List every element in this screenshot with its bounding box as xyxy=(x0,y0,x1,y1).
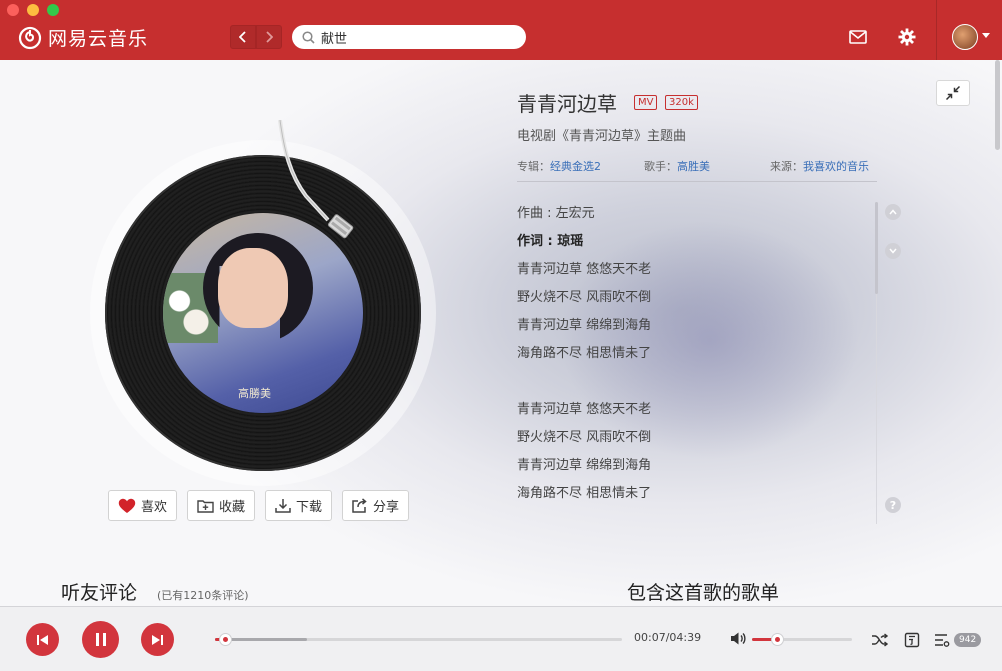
comments-count: (已有1210条评论) xyxy=(157,589,249,602)
chevron-down-icon xyxy=(889,248,897,254)
album-link[interactable]: 经典金选2 xyxy=(550,160,601,173)
toolbar-divider xyxy=(936,0,937,60)
lyrics-scroll-down-button[interactable] xyxy=(885,243,901,259)
volume-knob[interactable] xyxy=(771,633,784,646)
page-scrollbar[interactable] xyxy=(995,60,1000,150)
lyrics-scroll-thumb[interactable] xyxy=(875,202,878,294)
download-icon xyxy=(275,499,291,513)
shuffle-icon xyxy=(871,633,888,647)
cover-face xyxy=(218,248,288,328)
pause-button[interactable] xyxy=(82,621,119,658)
question-mark-icon: ? xyxy=(889,498,897,512)
lyric-line: 野火烧不尽 风雨吹不倒 xyxy=(517,430,652,445)
user-avatar[interactable] xyxy=(952,24,978,50)
window-zoom-button[interactable] xyxy=(47,4,59,16)
tonearm-needle xyxy=(278,120,354,239)
share-button[interactable]: 分享 xyxy=(342,490,410,521)
source-label: 来源： xyxy=(770,160,803,173)
lyric-line: 作曲 : 左宏元 xyxy=(517,206,595,221)
app-logo[interactable]: 网易云音乐 xyxy=(18,24,148,51)
source-meta: 来源：我喜欢的音乐 xyxy=(770,158,869,174)
artist-label: 歌手： xyxy=(644,160,677,173)
playlists-title: 包含这首歌的歌单 xyxy=(627,582,780,604)
back-button[interactable] xyxy=(230,25,256,49)
lyric-line: 青青河边草 悠悠天不老 xyxy=(517,402,652,417)
cover-artist-text: 高勝美 xyxy=(238,387,271,400)
info-divider xyxy=(517,181,877,182)
collect-label: 收藏 xyxy=(219,500,246,515)
comments-title: 听友评论 xyxy=(61,582,138,604)
mv-badge[interactable]: MV xyxy=(634,95,658,110)
forward-button[interactable] xyxy=(256,25,282,49)
history-nav xyxy=(230,25,282,49)
search-input[interactable]: 献世 xyxy=(321,28,347,47)
queue-count-badge: 942 xyxy=(954,633,982,647)
album-label: 专辑： xyxy=(517,160,550,173)
volume-slider[interactable] xyxy=(752,633,852,646)
pause-icon xyxy=(95,633,106,646)
lyric-line: 野火烧不尽 风雨吹不倒 xyxy=(517,290,652,305)
lyric-line: 青青河边草 悠悠天不老 xyxy=(517,262,652,277)
artist-link[interactable]: 高胜美 xyxy=(677,160,710,173)
title-bar: 网易云音乐 献世 xyxy=(0,0,1002,60)
song-detail-page: 高勝美 喜欢 收藏 下载 分享 青青河边草 MV 320k 电视剧《青青河边草》… xyxy=(0,60,1002,606)
search-box[interactable]: 献世 xyxy=(292,25,526,49)
volume-icon[interactable] xyxy=(730,631,747,646)
previous-track-button[interactable] xyxy=(26,623,59,656)
source-link[interactable]: 我喜欢的音乐 xyxy=(803,160,869,173)
messages-button[interactable] xyxy=(847,26,869,48)
settings-button[interactable] xyxy=(896,26,918,48)
lyric-line xyxy=(517,373,651,401)
chevron-right-icon xyxy=(266,31,273,43)
lyrics-icon xyxy=(904,632,920,648)
lyric-line: 海角路不尽 相思情未了 xyxy=(517,486,652,501)
player-bar: 00:07/04:39 942 xyxy=(0,606,1002,671)
search-icon xyxy=(302,30,315,44)
artist-meta: 歌手：高胜美 xyxy=(644,158,710,174)
skip-back-icon xyxy=(37,634,48,645)
share-label: 分享 xyxy=(373,500,400,515)
collapse-player-button[interactable] xyxy=(936,80,970,106)
gear-icon xyxy=(898,28,916,46)
add-folder-icon xyxy=(197,499,214,513)
collapse-arrows-icon xyxy=(945,85,961,101)
heart-icon xyxy=(118,498,136,513)
app-name: 网易云音乐 xyxy=(48,28,149,50)
playback-progress-bar[interactable] xyxy=(215,633,622,646)
download-label: 下载 xyxy=(296,500,323,515)
play-mode-button[interactable] xyxy=(870,631,888,649)
progress-knob[interactable] xyxy=(219,633,233,646)
quality-badge: 320k xyxy=(665,95,698,110)
download-button[interactable]: 下载 xyxy=(265,490,333,521)
playlist-queue-button[interactable] xyxy=(934,631,952,649)
mail-icon xyxy=(849,30,867,44)
skip-forward-icon xyxy=(152,634,163,645)
song-title: 青青河边草 xyxy=(517,92,617,116)
lyrics-panel[interactable]: 作曲 : 左宏元 作词 : 琼瑶青青河边草 悠悠天不老 野火烧不尽 风雨吹不倒 青青河… xyxy=(517,205,651,513)
album-meta: 专辑：经典金选2 xyxy=(517,158,601,174)
chevron-down-icon[interactable] xyxy=(982,33,990,38)
lyric-line: 海角路不尽 相思情未了 xyxy=(517,346,652,361)
share-icon xyxy=(352,498,367,513)
netease-music-logo-icon xyxy=(18,26,42,49)
chevron-left-icon xyxy=(239,31,246,43)
song-actions: 喜欢 收藏 下载 分享 xyxy=(108,490,410,521)
song-subtitle: 电视剧《青青河边草》主题曲 xyxy=(517,129,687,144)
time-display: 00:07/04:39 xyxy=(634,631,702,644)
lyrics-toggle-button[interactable] xyxy=(903,631,921,649)
lyrics-help-button[interactable]: ? xyxy=(885,497,901,513)
like-button[interactable]: 喜欢 xyxy=(108,490,178,521)
collect-button[interactable]: 收藏 xyxy=(187,490,256,521)
chevron-up-icon xyxy=(889,209,897,215)
next-track-button[interactable] xyxy=(141,623,174,656)
like-label: 喜欢 xyxy=(141,500,168,515)
queue-list-icon xyxy=(935,634,950,647)
lyric-line: 青青河边草 绵绵到海角 xyxy=(517,318,652,333)
lyrics-scroll-up-button[interactable] xyxy=(885,204,901,220)
window-minimize-button[interactable] xyxy=(27,4,39,16)
lyric-line: 作词 : 琼瑶 xyxy=(517,234,584,249)
lyric-line: 青青河边草 绵绵到海角 xyxy=(517,458,652,473)
window-close-button[interactable] xyxy=(7,4,19,16)
